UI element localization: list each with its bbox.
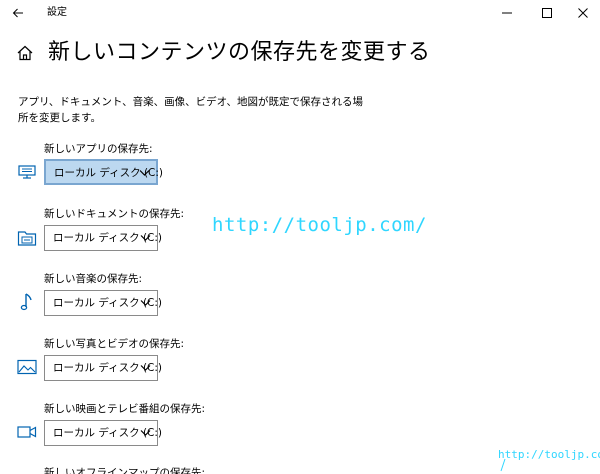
page-title: 新しいコンテンツの保存先を変更する xyxy=(48,40,431,65)
minimize-button[interactable] xyxy=(490,0,524,26)
corner-watermark-text: http://tooljp.com xyxy=(498,448,600,461)
app-title: 設定 xyxy=(47,7,67,18)
close-icon xyxy=(578,8,588,18)
home-icon[interactable] xyxy=(16,44,34,62)
apps-save-location-label: 新しいアプリの保存先: xyxy=(44,143,153,155)
monitor-icon xyxy=(16,162,38,182)
photos-save-location-label: 新しい写真とビデオの保存先: xyxy=(44,338,185,350)
music-save-location-label: 新しい音楽の保存先: xyxy=(44,273,143,285)
picture-icon xyxy=(16,357,38,377)
apps-location-dropdown[interactable]: ローカル ディスク (C:) xyxy=(44,159,163,185)
back-button[interactable] xyxy=(0,0,36,26)
chevron-down-icon xyxy=(140,430,151,436)
maximize-button[interactable] xyxy=(530,0,564,26)
documents-location-dropdown[interactable]: ローカル ディスク (C:) xyxy=(44,225,162,251)
title-bar: 設定 xyxy=(0,0,600,26)
music-note-icon xyxy=(16,292,38,312)
document-drive-icon xyxy=(16,228,38,248)
settings-window: 設定 新しいコンテンツの保存先を変更する アプリ、ドキュメント、音楽、画像、ビデ… xyxy=(0,0,600,474)
movies-save-location-label: 新しい映画とテレビ番組の保存先: xyxy=(44,403,206,415)
documents-save-location-label: 新しいドキュメントの保存先: xyxy=(44,208,185,220)
watermark-slash-icon xyxy=(500,458,506,472)
chevron-down-icon xyxy=(139,170,150,176)
minimize-icon xyxy=(502,12,512,14)
movies-location-dropdown[interactable]: ローカル ディスク (C:) xyxy=(44,420,162,446)
page-description: アプリ、ドキュメント、音楽、画像、ビデオ、地図が既定で保存される場所を変更します… xyxy=(18,96,364,124)
chevron-down-icon xyxy=(140,235,151,241)
watermark-text: http://tooljp.com/ xyxy=(212,214,427,236)
chevron-down-icon xyxy=(140,365,151,371)
maps-save-location-label: 新しいオフラインマップの保存先: xyxy=(44,467,206,474)
back-arrow-icon xyxy=(12,8,23,18)
music-location-dropdown[interactable]: ローカル ディスク (C:) xyxy=(44,290,162,316)
video-camera-icon xyxy=(16,422,38,442)
photos-location-dropdown[interactable]: ローカル ディスク (C:) xyxy=(44,355,162,381)
close-button[interactable] xyxy=(566,0,600,26)
maximize-icon xyxy=(542,8,552,18)
chevron-down-icon xyxy=(140,300,151,306)
